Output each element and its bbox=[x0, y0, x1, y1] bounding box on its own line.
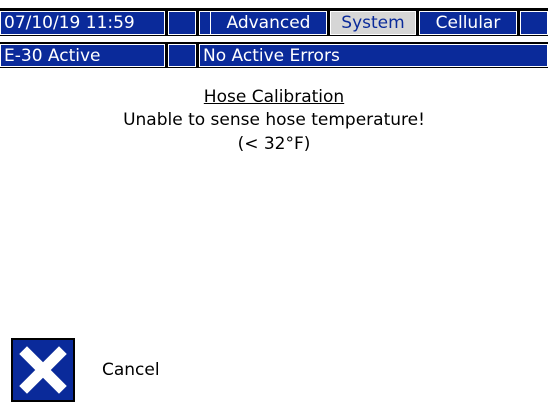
blank-indicator-3 bbox=[168, 44, 196, 67]
event-bar: E-30 Active No Active Errors bbox=[0, 42, 548, 68]
x-icon bbox=[19, 346, 67, 394]
errors-status: No Active Errors bbox=[199, 44, 548, 67]
active-event-status: E-30 Active bbox=[0, 44, 165, 67]
cancel-label: Cancel bbox=[102, 360, 160, 380]
message-title: Hose Calibration bbox=[203, 87, 345, 107]
blank-indicator-1 bbox=[168, 11, 196, 35]
cancel-button[interactable] bbox=[11, 338, 75, 402]
status-bar: 07/10/19 11:59 Advanced System Cellular bbox=[0, 8, 548, 36]
message-line-2: (< 32°F) bbox=[237, 134, 311, 154]
message-panel: Hose Calibration Unable to sense hose te… bbox=[0, 86, 548, 156]
tab-cellular[interactable]: Cellular bbox=[419, 11, 517, 35]
tab-advanced[interactable]: Advanced bbox=[210, 11, 327, 35]
tab-overflow[interactable] bbox=[520, 11, 548, 35]
datetime-display: 07/10/19 11:59 bbox=[0, 11, 165, 35]
message-line-1: Unable to sense hose temperature! bbox=[123, 110, 425, 130]
tab-system[interactable]: System bbox=[330, 11, 416, 35]
